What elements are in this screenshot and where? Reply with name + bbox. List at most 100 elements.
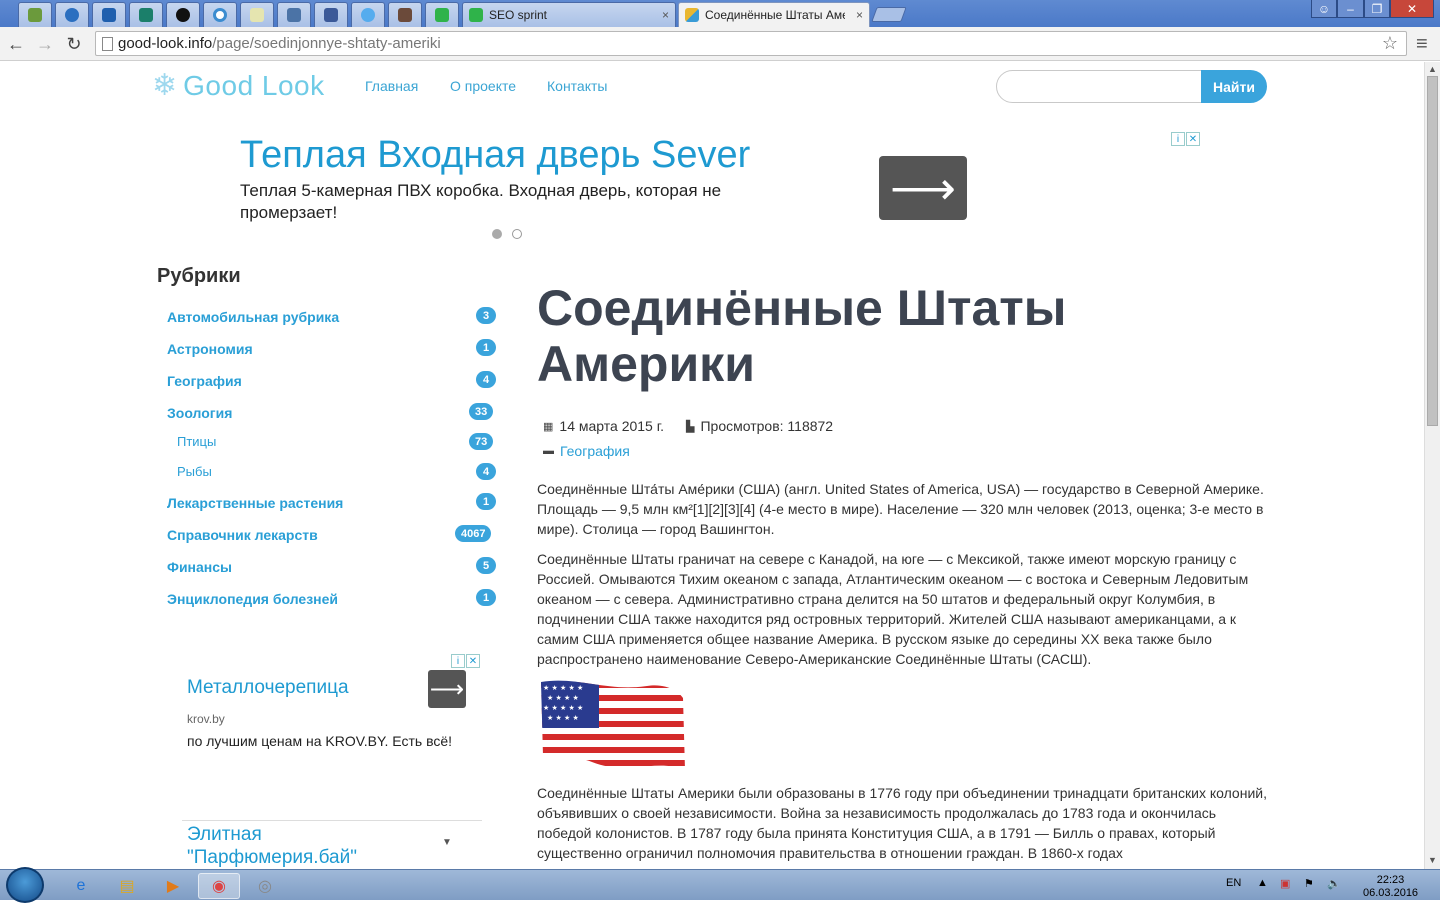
minimize-button[interactable]: –: [1337, 0, 1364, 18]
article-paragraph-3: Соединённые Штаты Америки были образован…: [537, 785, 1267, 861]
globe-icon: [65, 8, 79, 22]
clock-date: 06.03.2016: [1363, 887, 1419, 899]
ad-title[interactable]: Теплая Входная дверь Sever: [240, 134, 750, 177]
start-button[interactable]: [6, 867, 44, 903]
user-icon[interactable]: ☺: [1311, 0, 1337, 18]
nav-about[interactable]: О проекте: [450, 78, 516, 94]
close-icon[interactable]: ✕: [466, 654, 480, 668]
target-icon: [213, 8, 227, 22]
browser-tab-bar: SEO sprint × Соединённые Штаты Аме × ☺ –…: [0, 0, 1440, 27]
tab-pinned-6[interactable]: [203, 2, 237, 27]
sidebar-item-fish[interactable]: Рыбы: [177, 464, 212, 479]
count-badge: 1: [476, 339, 496, 356]
forward-arrow-icon[interactable]: →: [33, 32, 57, 56]
sidebar-item-finance[interactable]: Финансы: [167, 559, 232, 575]
article-paragraph-2: Соединённые Штаты граничат на севере с К…: [537, 551, 1249, 667]
ad-text: Теплая 5-камерная ПВХ коробка. Входная д…: [240, 181, 722, 222]
scrollbar-thumb[interactable]: [1427, 76, 1438, 426]
side-ad-title[interactable]: Металлочерепица: [187, 677, 349, 699]
new-tab-button[interactable]: [871, 7, 907, 22]
article-views: ▙ Просмотров: 118872: [686, 418, 833, 434]
tab-seo-sprint[interactable]: SEO sprint ×: [462, 2, 676, 27]
close-icon[interactable]: ✕: [1186, 132, 1200, 146]
tab-pinned-1[interactable]: [18, 2, 52, 27]
side-ad-text: по лучшим ценам на KROV.BY. Есть всё!: [187, 733, 453, 749]
bar-chart-icon: ▙: [686, 420, 695, 433]
dollar-tab-icon: [469, 8, 483, 22]
scroll-up-icon[interactable]: ▲: [1428, 64, 1437, 74]
tab-pinned-2[interactable]: [55, 2, 89, 27]
tab-pinned-10[interactable]: [351, 2, 385, 27]
facebook-icon: [324, 8, 338, 22]
internet-explorer-icon[interactable]: e: [60, 873, 102, 899]
close-window-button[interactable]: ✕: [1390, 0, 1434, 18]
folder-icon: ▬: [543, 445, 554, 457]
logo-text: Good Look: [183, 70, 325, 101]
scroll-down-icon[interactable]: ▼: [1428, 855, 1437, 865]
tab-pinned-5[interactable]: [166, 2, 200, 27]
sidebar-item-astronomy[interactable]: Астрономия: [167, 341, 253, 357]
volume-icon[interactable]: 🔈: [1327, 877, 1341, 890]
reload-icon[interactable]: ↻: [62, 32, 86, 56]
usa-flag-image: ★ ★ ★ ★ ★ ★ ★ ★ ★ ★ ★ ★ ★ ★ ★ ★ ★ ★: [541, 680, 685, 771]
tab-pinned-12[interactable]: [425, 2, 459, 27]
address-bar[interactable]: good-look.info/page/soedinjonnye-shtaty-…: [95, 31, 1407, 56]
restore-button[interactable]: ❐: [1364, 0, 1390, 18]
sidebar-item-diseases[interactable]: Энциклопедия болезней: [167, 591, 338, 607]
nav-contacts[interactable]: Контакты: [547, 78, 607, 94]
bookmark-star-icon[interactable]: ☆: [1382, 33, 1398, 54]
explorer-folder-icon[interactable]: ▤: [106, 873, 148, 899]
browser-toolbar: ← → ↻ good-look.info/page/soedinjonnye-s…: [0, 27, 1440, 61]
side-ad-dropdown[interactable]: Элитная "Парфюмерия.бай" ▼: [182, 820, 482, 869]
tab-pinned-3[interactable]: [92, 2, 126, 27]
app-icon[interactable]: ◎: [244, 873, 286, 899]
flag-icon[interactable]: ⚑: [1304, 877, 1314, 890]
close-tab-icon[interactable]: ×: [662, 8, 669, 22]
category-link[interactable]: География: [560, 443, 630, 459]
sidebar-item-geography[interactable]: География: [167, 373, 242, 389]
close-tab-icon[interactable]: ×: [856, 8, 863, 22]
adchoices-badge[interactable]: i ✕: [451, 654, 480, 668]
tab-pinned-7[interactable]: [240, 2, 274, 27]
tab-pinned-11[interactable]: [388, 2, 422, 27]
network-icon[interactable]: ▣: [1280, 877, 1290, 890]
ad-arrow-button[interactable]: ⟶: [879, 156, 967, 220]
chrome-icon[interactable]: ◉: [198, 873, 240, 899]
svg-text:★ ★ ★ ★ ★: ★ ★ ★ ★ ★: [543, 684, 583, 692]
grid-app-icon: [250, 8, 264, 22]
page-icon: [102, 37, 113, 51]
count-badge: 4: [476, 371, 496, 388]
nav-home[interactable]: Главная: [365, 78, 418, 94]
instagram-icon: [398, 8, 412, 22]
search-button[interactable]: Найти: [1201, 70, 1267, 103]
sidebar-item-drugs[interactable]: Справочник лекарств: [167, 527, 318, 543]
adchoices-badge[interactable]: i ✕: [1171, 132, 1200, 146]
back-arrow-icon[interactable]: ←: [4, 32, 28, 56]
info-icon[interactable]: i: [1171, 132, 1185, 146]
tab-active-article[interactable]: Соединённые Штаты Аме ×: [678, 2, 870, 27]
tab-pinned-8[interactable]: [277, 2, 311, 27]
calendar-icon: ▦: [543, 420, 554, 433]
tab-pinned-4[interactable]: [129, 2, 163, 27]
web-page: ❄ Good Look Главная О проекте Контакты Н…: [0, 62, 1424, 869]
sidebar-item-auto[interactable]: Автомобильная рубрика: [167, 309, 339, 325]
sidebar-item-birds[interactable]: Птицы: [177, 434, 216, 449]
caret-down-icon[interactable]: ▼: [442, 837, 452, 848]
media-player-icon[interactable]: ▶: [152, 873, 194, 899]
carousel-dot-1[interactable]: [492, 229, 502, 239]
menu-icon[interactable]: ≡: [1416, 33, 1428, 56]
page-scrollbar[interactable]: ▲ ▼: [1424, 62, 1440, 869]
side-ad-arrow-button[interactable]: ⟶: [428, 670, 466, 708]
tray-arrow-icon[interactable]: ▲: [1257, 877, 1268, 889]
info-icon[interactable]: i: [451, 654, 465, 668]
carousel-dot-2[interactable]: [512, 229, 522, 239]
sidebar-item-zoology[interactable]: Зоология: [167, 405, 232, 421]
count-badge: 3: [476, 307, 496, 324]
search-input[interactable]: [996, 70, 1202, 103]
tab-pinned-9[interactable]: [314, 2, 348, 27]
site-logo[interactable]: ❄ Good Look: [152, 70, 325, 102]
svg-text:★ ★ ★ ★ ★: ★ ★ ★ ★ ★: [543, 704, 583, 712]
sidebar-item-herbs[interactable]: Лекарственные растения: [167, 495, 343, 511]
language-indicator[interactable]: EN: [1226, 877, 1241, 889]
system-clock[interactable]: 22:23 06.03.2016: [1363, 874, 1418, 900]
